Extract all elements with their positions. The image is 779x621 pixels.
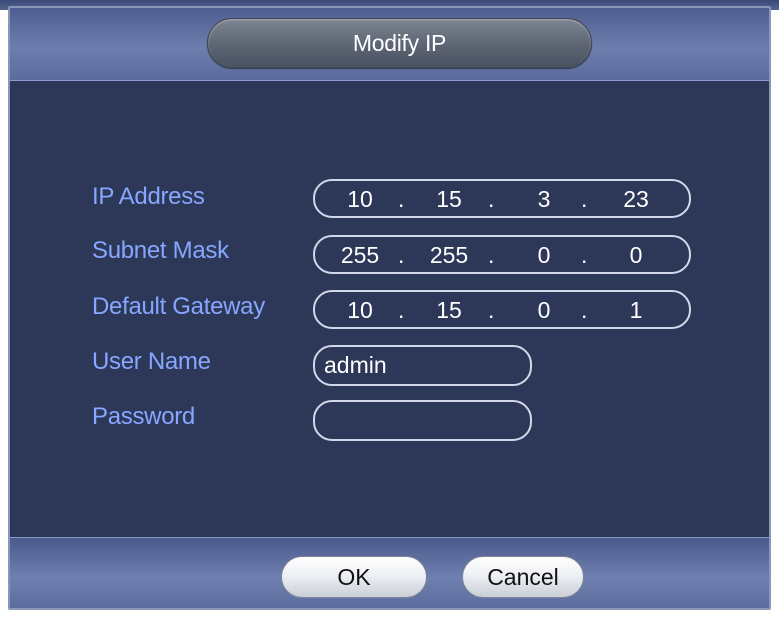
ip-address-octet-4[interactable]: 23 <box>611 186 661 213</box>
ip-address-input[interactable]: 10 . 15 . 3 . 23 <box>313 179 691 218</box>
octet-separator: . <box>488 186 495 212</box>
octet-separator: . <box>398 242 405 268</box>
octet-separator: . <box>488 297 495 323</box>
ip-address-octet-2[interactable]: 15 <box>424 186 474 213</box>
password-label: Password <box>92 403 195 430</box>
octet-separator: . <box>398 186 405 212</box>
subnet-mask-octet-1[interactable]: 255 <box>335 242 385 269</box>
default-gateway-octet-3[interactable]: 0 <box>519 297 569 324</box>
default-gateway-octet-4[interactable]: 1 <box>611 297 661 324</box>
subnet-mask-input[interactable]: 255 . 255 . 0 . 0 <box>313 235 691 274</box>
dialog-title: Modify IP <box>207 18 592 68</box>
octet-separator: . <box>581 242 588 268</box>
password-input[interactable] <box>313 400 532 441</box>
octet-separator: . <box>398 297 405 323</box>
ip-address-octet-3[interactable]: 3 <box>519 186 569 213</box>
default-gateway-octet-2[interactable]: 15 <box>424 297 474 324</box>
octet-separator: . <box>581 297 588 323</box>
user-name-input[interactable]: admin <box>313 345 532 386</box>
octet-separator: . <box>581 186 588 212</box>
octet-separator: . <box>488 242 495 268</box>
ip-address-octet-1[interactable]: 10 <box>335 186 385 213</box>
default-gateway-input[interactable]: 10 . 15 . 0 . 1 <box>313 290 691 329</box>
user-name-label: User Name <box>92 348 211 375</box>
subnet-mask-octet-2[interactable]: 255 <box>424 242 474 269</box>
subnet-mask-label: Subnet Mask <box>92 237 229 264</box>
modify-ip-dialog: Modify IP IP Address 10 . 15 . 3 . 23 Su… <box>8 6 771 610</box>
default-gateway-label: Default Gateway <box>92 293 265 320</box>
dialog-footer: OK Cancel <box>10 537 769 608</box>
ip-address-label: IP Address <box>92 183 205 210</box>
cancel-button[interactable]: Cancel <box>462 556 584 598</box>
default-gateway-octet-1[interactable]: 10 <box>335 297 385 324</box>
dialog-content: IP Address 10 . 15 . 3 . 23 Subnet Mask … <box>10 81 769 537</box>
ok-button[interactable]: OK <box>281 556 427 598</box>
dialog-titlebar: Modify IP <box>10 8 769 81</box>
subnet-mask-octet-4[interactable]: 0 <box>611 242 661 269</box>
subnet-mask-octet-3[interactable]: 0 <box>519 242 569 269</box>
